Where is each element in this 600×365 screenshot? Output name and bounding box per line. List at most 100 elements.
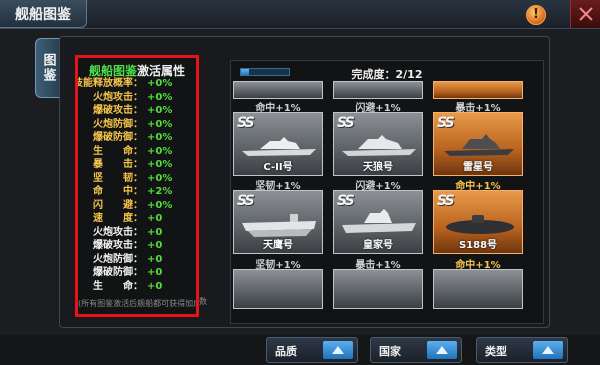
attribute-label: 爆破防御： [93,132,143,143]
ss-badge: SS [337,115,355,131]
attributes-title-part2: 激活属性 [137,64,186,78]
attribute-value: +0% [147,118,173,130]
frigate-icon [444,134,514,156]
attribute-value: +0 [147,226,163,238]
attributes-title-part1: 舰船图鉴 [88,64,137,78]
attribute-label: 闪 避： [93,199,143,211]
ship-card[interactable]: SS C-II号 [233,112,323,176]
attribute-label: 火炮攻击： [93,91,143,103]
attribute-value: +0% [147,132,173,143]
attribute-label: 生 命： [93,145,143,157]
ship-card-partial[interactable] [433,81,523,99]
arrow-up-icon[interactable] [323,341,353,359]
ship-name: C-II号 [263,162,293,173]
attribute-label: 火炮防御： [93,253,143,265]
attribute-label: 命 中： [93,186,143,197]
window-title: 舰船图鉴 [0,0,87,28]
attribute-value: +0% [147,91,173,103]
attribute-row: 闪 避： +0% [78,200,196,212]
ship-name: 天鹰号 [263,240,293,251]
attributes-title: 舰船图鉴激活属性 [78,62,196,79]
ss-badge: SS [437,193,455,209]
filter-label: 品质 [275,345,297,358]
attribute-row: 爆破攻击： +0% [78,105,196,117]
ship-name: 天狼号 [363,162,393,173]
ship-card-partial[interactable] [433,269,523,309]
destroyer-icon [242,137,316,156]
attribute-row: 速 度： +0 [78,213,196,225]
attribute-label: 技能释放概率： [75,78,143,89]
attribute-value: +0% [147,78,173,89]
ship-card-partial[interactable] [333,269,423,309]
attribute-value: +0 [147,240,163,251]
title-bar [0,0,600,29]
ship-card-partial[interactable] [233,269,323,309]
attribute-label: 坚 韧： [93,172,143,184]
filter-quality-button[interactable]: 品质 [266,337,358,363]
ship-card[interactable]: SS 皇家号 [333,190,423,254]
attribute-row: 火炮防御： +0% [78,119,196,131]
ship-card[interactable]: SS 雷星号 [433,112,523,176]
completion-text: 完成度：2/12 [351,68,423,81]
attribute-row: 技能释放概率： +0% [78,78,196,90]
filter-label: 国家 [379,345,401,358]
ss-badge: SS [237,115,255,131]
attribute-row: 火炮攻击： +0 [78,227,196,239]
attribute-value: +0 [147,267,163,278]
arrow-up-icon[interactable] [533,341,563,359]
attribute-label: 爆破防御： [93,267,143,278]
filter-type-button[interactable]: 类型 [476,337,568,363]
attribute-row: 命 中： +2% [78,186,196,198]
exclamation-icon[interactable]: ! [526,5,546,25]
attribute-row: 火炮攻击： +0% [78,92,196,104]
attribute-value: +0% [147,172,173,184]
ship-name: S188号 [458,240,498,251]
ship-card[interactable]: SS 天鹰号 [233,190,323,254]
close-icon [579,7,593,21]
attribute-value: +2% [147,186,173,197]
attribute-value: +0% [147,199,173,211]
attribute-row: 爆破攻击： +0 [78,240,196,252]
attributes-panel: 舰船图鉴激活属性 技能释放概率： +0% 火炮攻击： +0% 爆破攻击： +0% 火炮防御：… [75,55,199,317]
ship-card[interactable]: SS 天狼号 [333,112,423,176]
attribute-label: 生 命： [93,280,143,292]
ship-card-partial[interactable] [233,81,323,99]
attribute-label: 暴 击： [93,159,143,170]
ship-name: 皇家号 [363,240,393,251]
close-button[interactable] [570,0,600,28]
attributes-footer: (所有图鉴激活后舰船都可获得加成) [78,299,196,308]
attribute-row: 生 命： +0% [78,146,196,158]
attribute-label: 爆破攻击： [93,105,143,116]
attribute-label: 速 度： [93,213,143,224]
attribute-row: 火炮防御： +0 [78,254,196,266]
ss-badge: SS [437,115,455,131]
attribute-value: +0% [147,105,173,116]
carrier-icon [242,214,316,237]
attribute-label: 爆破攻击： [93,240,143,251]
ship-card[interactable]: SS S188号 [433,190,523,254]
ship-name: 雷星号 [463,162,493,173]
ship-card-partial[interactable] [333,81,423,99]
destroyer-icon [342,135,416,156]
arrow-up-icon[interactable] [427,341,457,359]
attribute-row: 爆破防御： +0 [78,267,196,279]
attribute-row: 爆破防御： +0% [78,132,196,144]
collection-panel: 完成度：2/12 命中+1% 闪避+1% 暴击+1% SS C-II号 SS 天… [230,60,544,324]
filter-country-button[interactable]: 国家 [370,337,462,363]
carrier-icon [342,209,416,233]
ss-badge: SS [337,193,355,209]
attribute-value: +0 [147,253,163,265]
attribute-row: 坚 韧： +0% [78,173,196,185]
filter-label: 类型 [485,345,507,358]
footer-overflow-text: 数 [199,297,207,306]
tab-collection[interactable]: 图鉴 [35,38,60,98]
attribute-label: 火炮攻击： [93,226,143,238]
attribute-value: +0 [147,280,163,292]
attribute-value: +0% [147,145,173,157]
submarine-icon [446,215,514,234]
attribute-row: 生 命： +0 [78,281,196,293]
attribute-row: 暴 击： +0% [78,159,196,171]
ss-badge: SS [237,193,255,209]
attribute-value: +0 [147,213,163,224]
attribute-value: +0% [147,159,173,170]
